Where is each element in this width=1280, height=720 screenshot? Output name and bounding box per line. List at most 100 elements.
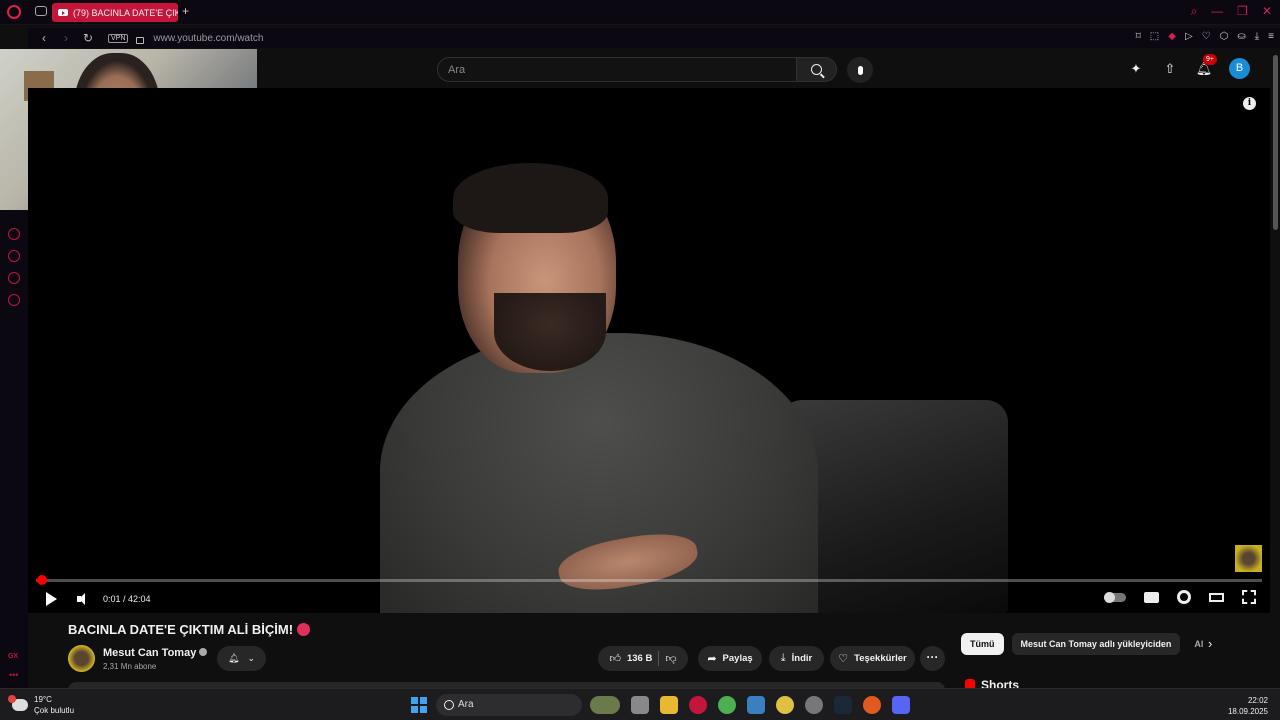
file-explorer-icon[interactable] — [660, 696, 678, 714]
menu-icon[interactable]: ≡ — [1268, 31, 1274, 42]
chip-all[interactable]: Tümü — [961, 633, 1004, 655]
dislike-icon[interactable]: 👎︎ — [665, 652, 676, 665]
verified-icon — [199, 648, 208, 656]
chrome-alt-icon[interactable] — [776, 696, 794, 714]
gx-corner-icon[interactable]: GX — [8, 653, 18, 660]
weather-badge — [8, 695, 16, 703]
close-button[interactable]: ✕ — [1262, 4, 1272, 19]
search-tabs-icon[interactable]: ⌕ — [1190, 4, 1197, 19]
channel-name[interactable]: Mesut Can Tomay — [103, 647, 208, 659]
page-scrollbar[interactable] — [1273, 55, 1278, 230]
emoji-icon — [297, 623, 311, 636]
share-icon: ➦ — [707, 653, 717, 665]
account-avatar[interactable]: B — [1229, 58, 1250, 79]
download-button[interactable]: ⤓ İndir — [769, 646, 824, 671]
browser-sidebar: GX ••• — [0, 210, 28, 690]
tab-youtube[interactable]: (79) BACINLA DATE'E ÇIK — [52, 3, 178, 22]
channel-avatar[interactable] — [68, 645, 95, 672]
new-tab-button[interactable]: + — [182, 4, 189, 18]
forward-button[interactable]: › — [60, 31, 72, 45]
info-icon[interactable]: i — [1243, 97, 1256, 110]
like-icon[interactable]: 👍︎ — [609, 652, 621, 665]
youtube-masthead: Ara ✦ ⇧ 🔔︎ 9+ B — [257, 49, 1270, 88]
thanks-button[interactable]: ♡ Teşekkürler — [830, 646, 915, 671]
volume-icon[interactable] — [77, 592, 91, 605]
settings-gear-icon[interactable] — [1177, 590, 1191, 604]
fullscreen-icon[interactable] — [1242, 590, 1256, 604]
extensions-icon[interactable]: ⬡ — [1220, 31, 1229, 42]
voice-search-button[interactable] — [847, 57, 873, 83]
download-icon[interactable]: ⤓ — [1255, 31, 1259, 42]
subtitles-icon[interactable] — [1144, 591, 1159, 603]
chrome-icon[interactable] — [718, 696, 736, 714]
chevron-down-icon: ⌄ — [247, 653, 255, 663]
pin-icon[interactable]: ⌑ — [1136, 31, 1141, 42]
ea-icon[interactable] — [863, 696, 881, 714]
minimize-button[interactable]: — — [1211, 4, 1223, 19]
divider — [658, 651, 660, 666]
windows-start-icon[interactable] — [411, 697, 427, 713]
weather-cloud-icon — [8, 695, 28, 711]
discord-icon[interactable] — [892, 696, 910, 714]
system-clock[interactable]: 22:02 18.09.2025 — [1228, 695, 1268, 717]
settings-icon[interactable] — [8, 294, 20, 306]
toolbar-extensions: ⌑ ⬚ ◆ ▷ ♡ ⬡ ⛀ ⤓ ≡ — [1136, 31, 1274, 42]
tab-title: (79) BACINLA DATE'E ÇIK — [73, 7, 178, 18]
search-button[interactable] — [796, 57, 837, 82]
person-beard — [494, 293, 606, 371]
history-icon[interactable] — [8, 250, 20, 262]
back-button[interactable]: ‹ — [38, 31, 50, 45]
vpn-badge[interactable]: VPN — [108, 33, 129, 43]
app-icon[interactable] — [747, 696, 765, 714]
lock-icon[interactable] — [136, 36, 145, 44]
video-title: BACINLA DATE'E ÇIKTIM ALİ BİÇİM! — [68, 622, 311, 637]
search-icon — [811, 64, 822, 75]
theater-mode-icon[interactable] — [1209, 592, 1224, 602]
heart-icon[interactable]: ♡ — [1202, 31, 1211, 42]
search-input[interactable]: Ara — [437, 57, 797, 82]
more-actions-button[interactable]: ··· — [920, 646, 945, 671]
player-controls: 0:01 / 42:04 — [28, 584, 1270, 613]
task-view-icon[interactable] — [631, 696, 649, 714]
url-field[interactable]: www.youtube.com/watch — [153, 33, 263, 44]
video-player[interactable]: i 0:01 / 42:04 — [28, 88, 1270, 613]
autoplay-toggle[interactable] — [1104, 591, 1126, 603]
chevron-right-icon[interactable]: › — [1208, 636, 1212, 651]
restore-button[interactable]: ❐ — [1237, 4, 1248, 19]
opera-gx-logo-icon[interactable] — [7, 5, 21, 19]
play-button[interactable] — [46, 591, 57, 606]
progress-bar[interactable] — [36, 575, 1262, 585]
clock-time: 22:02 — [1247, 696, 1268, 705]
profile-icon[interactable]: ⛀ — [1237, 31, 1245, 42]
weather-widget[interactable]: 19°C Çok bulutlu — [8, 694, 74, 716]
channel-watermark[interactable] — [1235, 545, 1262, 572]
chip-from-uploader[interactable]: Mesut Can Tomay adlı yükleyiciden — [1011, 633, 1181, 655]
reload-button[interactable]: ↻ — [82, 31, 94, 45]
like-dislike-group: 👍︎ 136 B 👎︎ — [598, 646, 688, 671]
add-icon[interactable] — [8, 228, 20, 240]
pocket-icon[interactable]: ◆ — [1168, 31, 1176, 42]
opera-gx-icon[interactable] — [689, 696, 707, 714]
time-display: 0:01 / 42:04 — [103, 593, 151, 604]
widget-icon[interactable] — [590, 696, 620, 714]
subscriber-count: 2,31 Mn abone — [103, 662, 157, 671]
chat-icon[interactable] — [8, 272, 20, 284]
like-count[interactable]: 136 B — [627, 653, 652, 664]
taskbar-search[interactable]: Ara — [436, 694, 582, 716]
player-icon[interactable]: ▷ — [1185, 31, 1193, 42]
cast-icon[interactable]: ✦ — [1127, 60, 1145, 78]
subscribed-button[interactable]: 🔔︎ ⌄ — [217, 646, 266, 671]
share-button[interactable]: ➦ Paylaş — [698, 646, 762, 671]
masthead-actions: ✦ ⇧ 🔔︎ 9+ B — [1127, 53, 1250, 79]
sidebar-more-icon[interactable]: ••• — [9, 670, 18, 680]
gamepad-icon[interactable] — [35, 6, 47, 16]
channel-name-text[interactable]: Mesut Can Tomay — [103, 647, 196, 659]
snapshot-icon[interactable]: ⬚ — [1150, 31, 1159, 42]
steam-icon[interactable] — [834, 696, 852, 714]
download-arrow-icon: ⤓ — [780, 652, 786, 664]
window-controls: ⌕ — ❐ ✕ — [1190, 4, 1272, 19]
thanks-label: Teşekkürler — [854, 653, 907, 664]
notifications-bell-icon[interactable]: 🔔︎ 9+ — [1195, 53, 1217, 78]
upload-icon[interactable]: ⇧ — [1161, 60, 1179, 78]
clock-app-icon[interactable] — [805, 696, 823, 714]
